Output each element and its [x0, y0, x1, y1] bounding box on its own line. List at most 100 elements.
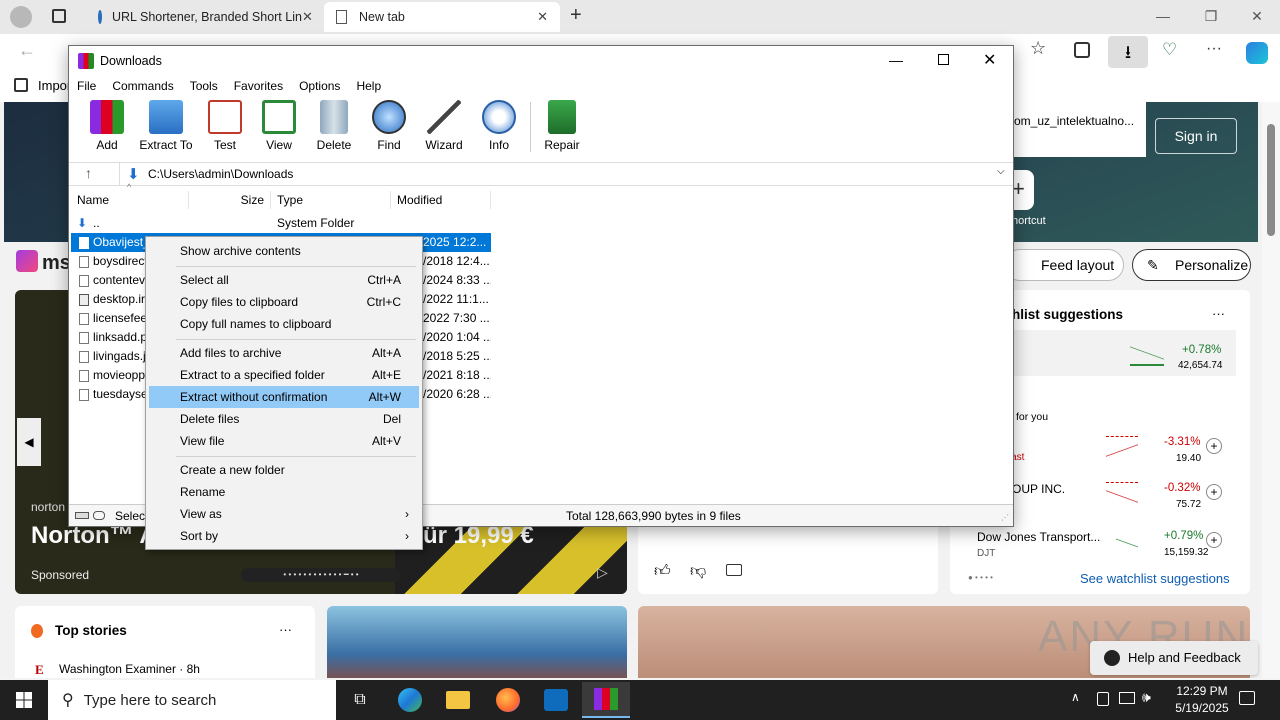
file-explorer-taskbar-icon[interactable]	[434, 682, 482, 718]
menu-item-copy-files[interactable]: Copy files to clipboard Ctrl+C	[149, 291, 419, 313]
volume-icon[interactable]: 🕪︎	[1142, 689, 1151, 706]
repair-button[interactable]: Repair	[532, 100, 592, 156]
close-tab-icon[interactable]: ✕	[537, 9, 548, 25]
restore-icon[interactable]: ❐	[1188, 0, 1234, 32]
close-tab-icon[interactable]: ✕	[302, 9, 313, 25]
menu-item-extract-without-confirmation[interactable]: Extract without confirmation Alt+W	[149, 386, 419, 408]
menu-item-view-as[interactable]: View as ›	[149, 503, 419, 525]
carousel-next-icon[interactable]: ▷	[597, 564, 608, 581]
carousel-prev-icon[interactable]: ◀	[17, 418, 41, 466]
top-stories-more-icon[interactable]: ···	[279, 622, 292, 637]
menu-item-select-all[interactable]: Select all Ctrl+A	[149, 269, 419, 291]
story-source[interactable]: Washington Examiner · 8h	[59, 662, 200, 676]
add-ticker-icon[interactable]: +	[1206, 484, 1222, 500]
menu-commands[interactable]: Commands	[104, 79, 181, 93]
winrar-titlebar[interactable]: Downloads — ✕	[69, 46, 1013, 76]
see-watchlist-link[interactable]: See watchlist suggestions	[1080, 571, 1230, 586]
firefox-taskbar-icon[interactable]	[484, 682, 532, 718]
task-view-icon[interactable]: ⧉	[336, 682, 384, 718]
menu-item-rename[interactable]: Rename	[149, 481, 419, 503]
tab-actions-icon[interactable]	[52, 9, 66, 23]
maximize-icon[interactable]	[938, 54, 949, 65]
menu-item-sort-by[interactable]: Sort by ›	[149, 525, 419, 547]
close-icon[interactable]: ✕	[983, 50, 996, 70]
like-icon[interactable]: 👍︎	[654, 562, 671, 581]
menu-icon[interactable]: ···	[1206, 40, 1222, 58]
add-shortcut-button[interactable]: +	[1012, 170, 1034, 210]
page-scrollbar[interactable]	[1262, 102, 1280, 678]
menu-item-show-archive-contents[interactable]: Show archive contents	[149, 240, 419, 262]
edge-taskbar-icon[interactable]	[386, 682, 434, 718]
view-button[interactable]: View	[249, 100, 309, 156]
tab-url-shortener[interactable]: URL Shortener, Branded Short Lin ✕	[86, 2, 322, 32]
taskbar-search-box[interactable]: ⚲ Type here to search	[48, 680, 336, 720]
import-favorites-link[interactable]: Impor	[38, 78, 71, 93]
menu-tools[interactable]: Tools	[182, 79, 226, 93]
menu-item-delete-files[interactable]: Delete files Del	[149, 408, 419, 430]
scrollbar-thumb[interactable]	[1267, 124, 1275, 236]
delete-button[interactable]: Delete	[304, 100, 364, 156]
menu-item-extract-to-folder[interactable]: Extract to a specified folder Alt+E	[149, 364, 419, 386]
minimize-icon[interactable]: —	[889, 52, 903, 68]
help-feedback-button[interactable]: Help and Feedback	[1090, 641, 1258, 675]
watchlist-more-icon[interactable]: ···	[1212, 306, 1225, 321]
ticker-row[interactable]: OUP INC. -0.32% 75.72 +	[1000, 476, 1230, 516]
feed-layout-button[interactable]: Feed layout	[1004, 249, 1124, 281]
clock-time[interactable]: 12:29 PM	[1170, 684, 1234, 698]
winrar-taskbar-icon[interactable]	[582, 682, 630, 718]
favorites-star-icon[interactable]: ☆	[1030, 38, 1046, 59]
menu-item-create-folder[interactable]: Create a new folder	[149, 459, 419, 481]
add-ticker-icon[interactable]: +	[1206, 532, 1222, 548]
show-hidden-icons[interactable]: ∧	[1071, 690, 1080, 704]
menu-file[interactable]: File	[69, 79, 104, 93]
extract-to-button[interactable]: Extract To	[135, 100, 197, 156]
tray-device-icon[interactable]	[1097, 692, 1109, 706]
menu-item-add-files[interactable]: Add files to archive Alt+A	[149, 342, 419, 364]
menu-item-view-file[interactable]: View file Alt+V	[149, 430, 419, 452]
menu-favorites[interactable]: Favorites	[226, 79, 291, 93]
downloads-button[interactable]: ⭳	[1108, 36, 1148, 68]
address-path[interactable]: C:\Users\admin\Downloads	[148, 167, 293, 181]
dislike-icon[interactable]: 👎︎	[690, 562, 706, 581]
ticker-row[interactable]: g fast -3.31% 19.40 +	[1000, 430, 1230, 470]
test-button[interactable]: Test	[195, 100, 255, 156]
copilot-icon[interactable]	[1246, 42, 1268, 64]
close-icon[interactable]: ✕	[1234, 0, 1280, 32]
tab-new-tab[interactable]: New tab ✕	[324, 2, 560, 32]
menu-options[interactable]: Options	[291, 79, 348, 93]
parent-folder-row[interactable]: ⬇ .. System Folder	[71, 214, 491, 233]
column-header-type[interactable]: Type	[271, 191, 391, 209]
collections-icon[interactable]	[1074, 42, 1090, 58]
watchlist-dots[interactable]: ● • • • •	[968, 573, 993, 582]
column-header-name[interactable]: Name	[71, 191, 189, 209]
clock-date[interactable]: 5/19/2025	[1168, 701, 1236, 715]
profile-avatar[interactable]	[10, 6, 32, 28]
personalize-button[interactable]: ✎ Personalize	[1132, 249, 1251, 281]
heartbeat-icon[interactable]: ♡	[1162, 40, 1177, 60]
story-image-card[interactable]	[327, 606, 627, 678]
up-folder-icon[interactable]: ↑	[85, 165, 92, 181]
wizard-button[interactable]: Wizard	[414, 100, 474, 156]
minimize-icon[interactable]: —	[1140, 0, 1186, 32]
menu-help[interactable]: Help	[348, 79, 389, 93]
start-button[interactable]	[0, 682, 48, 718]
resize-grip-icon[interactable]: ⋰	[1001, 513, 1009, 522]
sign-in-button[interactable]: Sign in	[1155, 118, 1237, 154]
find-button[interactable]: Find	[359, 100, 419, 156]
notifications-icon[interactable]	[1239, 691, 1255, 705]
address-dropdown-icon[interactable]: ⌵	[997, 166, 1005, 177]
menu-item-copy-full-names[interactable]: Copy full names to clipboard	[149, 313, 419, 335]
add-button[interactable]: Add	[77, 100, 137, 156]
outlook-taskbar-icon[interactable]	[532, 682, 580, 718]
column-header-size[interactable]: Size	[189, 191, 271, 209]
network-icon[interactable]	[1119, 692, 1135, 704]
ticker-pct: -3.31%	[1164, 436, 1201, 448]
add-ticker-icon[interactable]: +	[1206, 438, 1222, 454]
info-button[interactable]: Info	[469, 100, 529, 156]
back-icon[interactable]: ←	[18, 40, 36, 61]
comment-icon[interactable]	[726, 564, 742, 576]
ticker-row[interactable]: Dow Jones Transport... DJT +0.79% 15,159…	[970, 524, 1230, 564]
new-tab-icon[interactable]: +	[570, 4, 582, 27]
column-header-modified[interactable]: Modified	[391, 191, 491, 209]
carousel-dots[interactable]: • • • • • • • • • • • • ━ • •	[241, 568, 401, 582]
